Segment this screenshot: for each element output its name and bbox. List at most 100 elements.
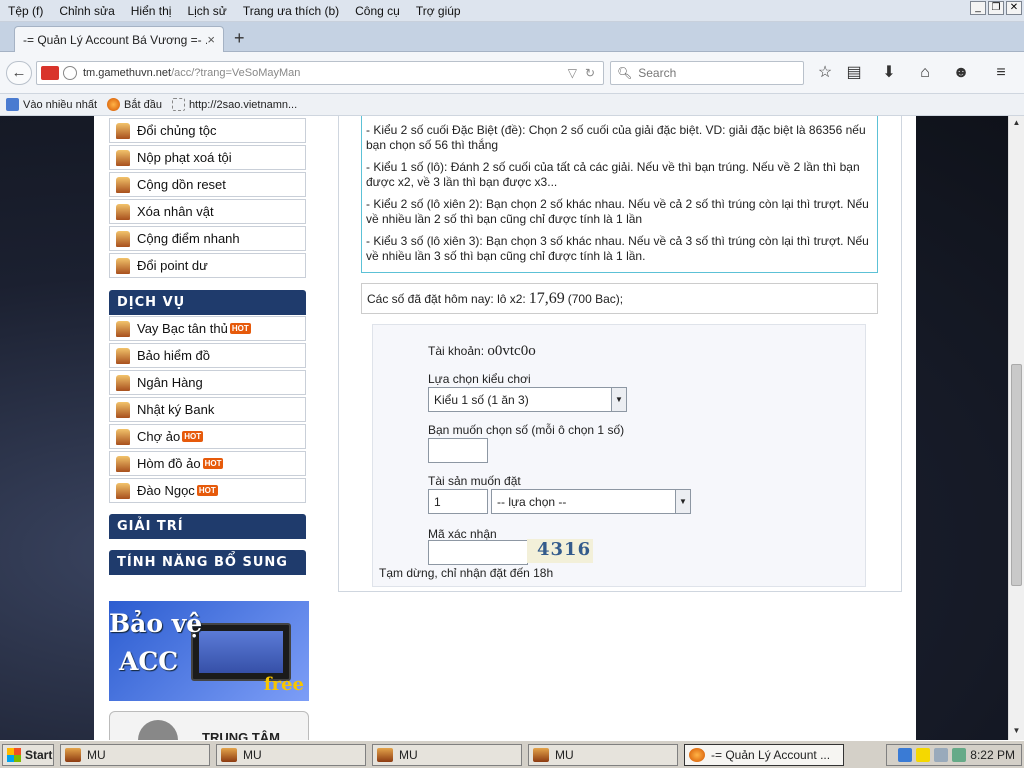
number-label: Bạn muốn chọn số (mỗi ô chọn 1 số) xyxy=(428,423,625,437)
task-label: MU xyxy=(87,747,106,762)
number-input[interactable] xyxy=(428,438,488,463)
mu-icon xyxy=(533,747,549,762)
tab-title: -= Quản Lý Account Bá Vương =- ... xyxy=(23,32,208,47)
sidebar-header-entertainment[interactable]: GIẢI TRÍ xyxy=(109,514,306,539)
mu-icon xyxy=(116,203,130,220)
vietkey-icon[interactable] xyxy=(916,748,931,762)
sidebar-header-extra-features[interactable]: TÍNH NĂNG BỔ SUNG xyxy=(109,550,306,575)
scroll-thumb[interactable] xyxy=(1011,364,1022,586)
download-icon[interactable]: ⬇ xyxy=(878,62,900,84)
sidebar-item-change-race[interactable]: Đổi chủng tộc xyxy=(109,118,306,143)
menu-help[interactable]: Trợ giúp xyxy=(408,4,469,18)
mu-icon xyxy=(377,747,393,762)
reading-list-icon[interactable]: ▤ xyxy=(843,62,865,84)
tray-app-icon[interactable] xyxy=(952,748,967,762)
sidebar-item-bank[interactable]: Ngân Hàng xyxy=(109,370,306,395)
today-bets-box: Các số đã đặt hôm nay: lô x2: 17,69 (700… xyxy=(361,283,878,314)
sidebar-item-virtual-chest[interactable]: Hòm đồ ảo HOT xyxy=(109,451,306,476)
dropdown-arrow-icon[interactable]: ▽ xyxy=(568,66,577,80)
tab-strip: -= Quản Lý Account Bá Vương =- ... × + xyxy=(0,22,1024,52)
url-bar[interactable]: tm.gamethuvn.net/acc/?trang=VeSoMayMan ▽… xyxy=(36,61,604,85)
banner2-text: TRUNG TÂM xyxy=(202,730,280,740)
sidebar-item-quick-points[interactable]: Cộng điểm nhanh xyxy=(109,226,306,251)
taskbar-item-mu[interactable]: MU xyxy=(372,743,522,766)
sidebar-item-label: Cộng điểm nhanh xyxy=(137,231,240,246)
mu-icon xyxy=(116,374,130,391)
sidebar-item-pay-fine[interactable]: Nộp phạt xoá tội xyxy=(109,145,306,170)
home-icon[interactable]: ⌂ xyxy=(914,62,936,84)
browser-tab[interactable]: -= Quản Lý Account Bá Vương =- ... × xyxy=(14,26,224,52)
banner-line2: ACC xyxy=(119,647,179,676)
sidebar-header-services[interactable]: DỊCH VỤ xyxy=(109,290,306,315)
start-button[interactable]: Start xyxy=(2,743,54,766)
menu-file[interactable]: Tệp (f) xyxy=(0,4,51,18)
sidebar-item-insurance[interactable]: Bảo hiểm đồ xyxy=(109,343,306,368)
close-window-icon[interactable]: ✕ xyxy=(1006,1,1022,15)
new-tab-icon[interactable]: + xyxy=(234,28,245,49)
sidebar-item-reset[interactable]: Cộng dồn reset xyxy=(109,172,306,197)
asset-amount-input[interactable]: 1 xyxy=(428,489,488,514)
menu-tools[interactable]: Công cụ xyxy=(347,4,408,18)
mu-icon xyxy=(116,401,130,418)
bookmark-label: http://2sao.vietnamn... xyxy=(188,98,298,111)
reload-icon[interactable]: ↻ xyxy=(585,66,595,80)
url-host: tm.gamethuvn.net xyxy=(83,67,172,79)
captcha-image: 4316 xyxy=(527,539,593,563)
menu-icon[interactable]: ≡ xyxy=(990,62,1012,84)
restore-icon[interactable]: ❐ xyxy=(988,1,1004,15)
protect-acc-banner[interactable]: Bảo vệ ACC free xyxy=(109,601,309,701)
taskbar-item-mu[interactable]: MU xyxy=(528,743,678,766)
sidebar-item-label: Đổi chủng tộc xyxy=(137,123,217,138)
menu-view[interactable]: Hiển thị xyxy=(123,4,180,18)
sidebar-item-delete-char[interactable]: Xóa nhân vật xyxy=(109,199,306,224)
bookmark-label: Vào nhiều nhất xyxy=(23,98,98,111)
asset-type-select[interactable]: -- lựa chọn -- ▼ xyxy=(491,489,691,514)
mu-icon xyxy=(116,122,130,139)
back-icon[interactable]: ← xyxy=(6,61,32,85)
sidebar-item-loan[interactable]: Vay Bạc tân thủ HOT xyxy=(109,316,306,341)
scroll-up-icon[interactable]: ▲ xyxy=(1011,118,1022,130)
chevron-down-icon[interactable]: ▼ xyxy=(675,490,690,513)
bookmark-most-visited[interactable]: Vào nhiều nhất xyxy=(6,98,97,111)
vertical-scrollbar[interactable]: ▲ ▼ xyxy=(1008,116,1024,740)
support-center-banner[interactable]: TRUNG TÂM xyxy=(109,711,309,740)
menu-bookmarks[interactable]: Trang ưa thích (b) xyxy=(235,4,347,18)
taskbar-item-mu[interactable]: MU xyxy=(216,743,366,766)
hot-badge: HOT xyxy=(202,458,224,469)
tab-close-icon[interactable]: × xyxy=(207,32,215,47)
network-icon[interactable] xyxy=(898,748,913,762)
hello-icon[interactable]: ☻ xyxy=(950,62,972,84)
chevron-down-icon[interactable]: ▼ xyxy=(611,388,626,411)
sidebar-item-bank-log[interactable]: Nhật ký Bank xyxy=(109,397,306,422)
bookmark-2sao[interactable]: http://2sao.vietnamn... xyxy=(171,98,298,111)
mu-icon xyxy=(116,149,130,166)
captcha-input[interactable] xyxy=(428,540,528,565)
url-path: /acc/?trang=VeSoMayMan xyxy=(171,67,301,79)
page-body: Đổi chủng tộc Nộp phạt xoá tội Cộng dồn … xyxy=(94,116,916,740)
search-input[interactable]: 🔍︎ Search xyxy=(610,61,804,85)
rule-text: - Kiểu 3 số (lô xiên 3): Bạn chọn 3 số k… xyxy=(366,234,869,263)
sidebar-item-label: Hòm đồ ảo xyxy=(137,456,201,471)
support-icon xyxy=(138,720,178,740)
sidebar-item-gem-mining[interactable]: Đào Ngọc HOT xyxy=(109,478,306,503)
star-icon[interactable]: ☆ xyxy=(814,62,836,84)
scroll-down-icon[interactable]: ▼ xyxy=(1011,726,1022,738)
notice-text: Tạm dừng, chỉ nhận đặt đến 18h xyxy=(379,566,554,580)
account-value: o0vtc0o xyxy=(487,343,536,359)
bookmark-getting-started[interactable]: Bắt đầu xyxy=(107,98,162,111)
window-controls: _ ❐ ✕ xyxy=(970,1,1022,15)
volume-icon[interactable] xyxy=(934,748,949,762)
account-label: Tài khoản: xyxy=(428,344,485,358)
sidebar-item-exchange-points[interactable]: Đổi point dư xyxy=(109,253,306,278)
sidebar-item-virtual-market[interactable]: Chợ ảo HOT xyxy=(109,424,306,449)
minimize-icon[interactable]: _ xyxy=(970,1,986,15)
menu-edit[interactable]: Chỉnh sửa xyxy=(51,4,122,18)
rules-box: - Kiểu 2 số cuối Đặc Biệt (đề): Chọn 2 s… xyxy=(361,116,878,273)
play-type-value: Kiểu 1 số (1 ăn 3) xyxy=(434,392,529,407)
taskbar-item-mu[interactable]: MU xyxy=(60,743,210,766)
page-icon xyxy=(171,98,185,111)
play-type-select[interactable]: Kiểu 1 số (1 ăn 3) ▼ xyxy=(428,387,627,412)
menu-history[interactable]: Lịch sử xyxy=(179,4,234,18)
taskbar-item-firefox[interactable]: -= Quản Lý Account ... xyxy=(684,743,844,766)
mu-icon xyxy=(65,747,81,762)
